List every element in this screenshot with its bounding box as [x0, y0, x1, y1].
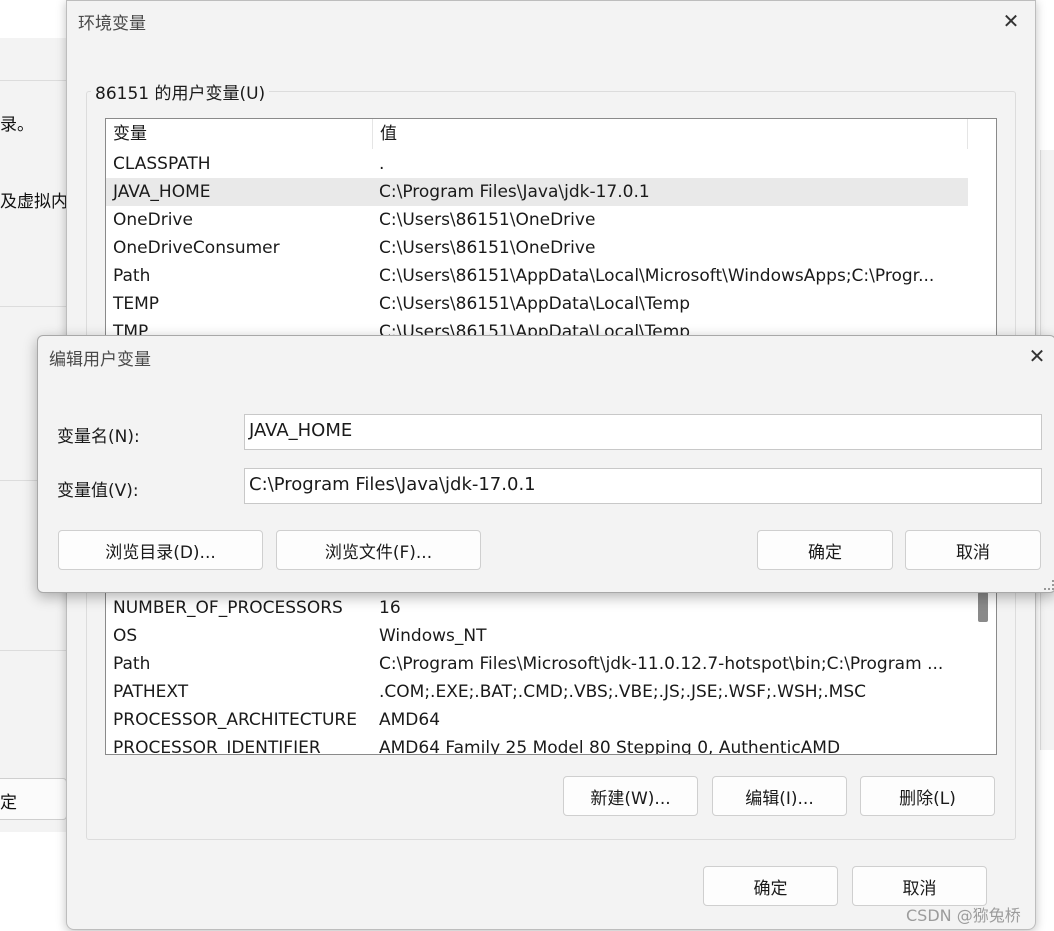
- dialog-title: 环境变量: [78, 14, 146, 34]
- cancel-button[interactable]: 取消: [852, 866, 987, 906]
- var-name: Path: [113, 266, 151, 286]
- var-value: C:\Users\86151\AppData\Local\Temp: [379, 294, 691, 314]
- browse-file-button[interactable]: 浏览文件(F)...: [276, 530, 481, 570]
- edit-cancel-button[interactable]: 取消: [905, 530, 1041, 570]
- var-value: C:\Program Files\Java\jdk-17.0.1: [379, 182, 650, 202]
- background-divider: [0, 80, 70, 81]
- table-row[interactable]: TEMP C:\Users\86151\AppData\Local\Temp: [106, 290, 968, 318]
- table-row[interactable]: OneDrive C:\Users\86151\OneDrive: [106, 206, 968, 234]
- background-divider: [0, 650, 70, 651]
- var-name: PROCESSOR_ARCHITECTURE: [113, 710, 357, 730]
- var-value: Windows_NT: [379, 626, 487, 646]
- column-header-variable[interactable]: 变量: [106, 119, 373, 149]
- var-value: .: [379, 154, 385, 174]
- edit-system-variable-button[interactable]: 编辑(I)...: [712, 776, 847, 816]
- edit-user-variable-dialog: 编辑用户变量 ✕ 变量名(N): JAVA_HOME 变量值(V): C:\Pr…: [37, 335, 1054, 593]
- background-divider: [0, 306, 70, 307]
- var-value: C:\Users\86151\OneDrive: [379, 238, 596, 258]
- background-ok-button[interactable]: 定: [0, 778, 67, 820]
- var-name: PATHEXT: [113, 682, 189, 702]
- watermark: CSDN @猕兔桥: [906, 906, 1021, 925]
- scrollbar-thumb[interactable]: [978, 592, 988, 622]
- var-value: C:\Program Files\Microsoft\jdk-11.0.12.7…: [379, 654, 944, 674]
- var-name: CLASSPATH: [113, 154, 211, 174]
- var-value: C:\Users\86151\OneDrive: [379, 210, 596, 230]
- var-name: OS: [113, 626, 138, 646]
- table-row[interactable]: OS Windows_NT: [106, 622, 968, 650]
- resize-grip-icon[interactable]: [1044, 580, 1054, 590]
- var-name: PROCESSOR_IDENTIFIER: [113, 738, 321, 755]
- delete-system-variable-button[interactable]: 删除(L): [860, 776, 995, 816]
- var-name: OneDrive: [113, 210, 193, 230]
- column-header-value[interactable]: 值: [373, 119, 968, 149]
- list-header: 变量 值: [106, 119, 968, 149]
- var-name: JAVA_HOME: [113, 182, 211, 202]
- user-variables-list[interactable]: 变量 值 CLASSPATH. JAVA_HOME C:\Program File…: [105, 118, 997, 340]
- close-icon[interactable]: ✕: [1022, 341, 1052, 371]
- background-ok-label: 定: [0, 793, 17, 813]
- background-text-fragment: 及虚拟内: [0, 192, 68, 212]
- table-row[interactable]: OneDriveConsumer C:\Users\86151\OneDrive: [106, 234, 968, 262]
- table-row-selected[interactable]: JAVA_HOME C:\Program Files\Java\jdk-17.0.…: [106, 178, 968, 206]
- ok-button[interactable]: 确定: [703, 866, 838, 906]
- variable-value-label: 变量值(V):: [57, 481, 139, 501]
- var-name: NUMBER_OF_PROCESSORS: [113, 598, 343, 618]
- var-value: AMD64 Family 25 Model 80 Stepping 0, Aut…: [379, 738, 841, 755]
- table-row[interactable]: CLASSPATH.: [106, 150, 968, 178]
- table-row[interactable]: NUMBER_OF_PROCESSORS 16: [106, 594, 968, 622]
- table-row[interactable]: Path C:\Program Files\Microsoft\jdk-11.0.…: [106, 650, 968, 678]
- var-value: C:\Users\86151\AppData\Local\Microsoft\W…: [379, 266, 935, 286]
- var-name: OneDriveConsumer: [113, 238, 280, 258]
- variable-value-input[interactable]: C:\Program Files\Java\jdk-17.0.1: [244, 468, 1042, 504]
- edit-ok-button[interactable]: 确定: [757, 530, 893, 570]
- table-row[interactable]: PROCESSOR_IDENTIFIER AMD64 Family 25 Mode…: [106, 734, 968, 755]
- browse-directory-button[interactable]: 浏览目录(D)...: [58, 530, 263, 570]
- var-name: Path: [113, 654, 151, 674]
- var-value: AMD64: [379, 710, 441, 730]
- var-value: 16: [379, 598, 401, 618]
- edit-dialog-title: 编辑用户变量: [49, 350, 151, 370]
- close-icon[interactable]: ✕: [996, 6, 1026, 36]
- table-row[interactable]: PROCESSOR_ARCHITECTURE AMD64: [106, 706, 968, 734]
- background-text-fragment: 录。: [0, 115, 34, 135]
- variable-name-label: 变量名(N):: [57, 427, 140, 447]
- table-row[interactable]: Path C:\Users\86151\AppData\Local\Microso…: [106, 262, 968, 290]
- user-variables-group-label: 86151 的用户变量(U): [91, 79, 270, 104]
- var-value: .COM;.EXE;.BAT;.CMD;.VBS;.VBE;.JS;.JSE;.…: [379, 682, 867, 702]
- var-name: TEMP: [113, 294, 160, 314]
- table-row[interactable]: PATHEXT .COM;.EXE;.BAT;.CMD;.VBS;.VBE;.JS…: [106, 678, 968, 706]
- new-system-variable-button[interactable]: 新建(W)...: [563, 776, 698, 816]
- variable-name-input[interactable]: JAVA_HOME: [244, 414, 1042, 450]
